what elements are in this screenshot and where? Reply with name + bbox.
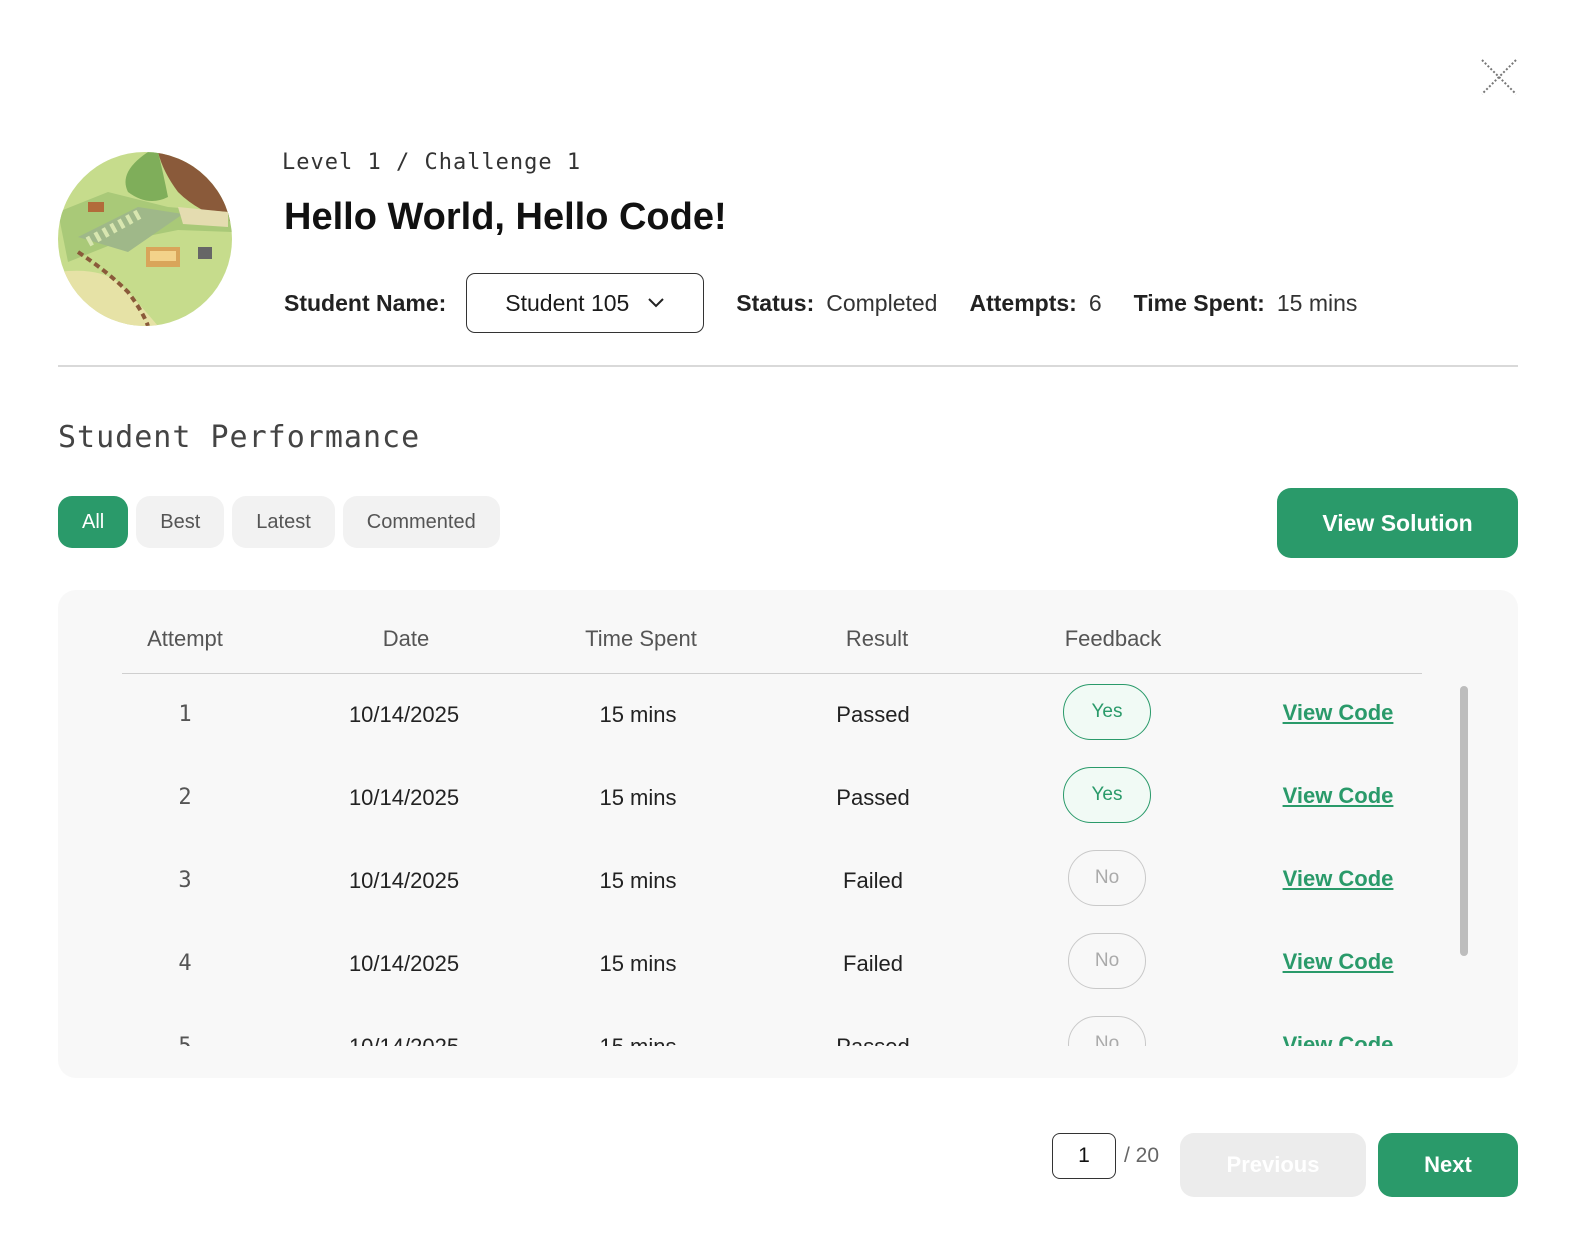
filter-best[interactable]: Best (136, 496, 225, 548)
table-body[interactable]: 1 10/14/2025 15 mins Passed Yes View Cod… (58, 676, 1458, 1046)
previous-button[interactable]: Previous (1180, 1133, 1366, 1197)
attempt-result: Passed (836, 702, 910, 727)
chevron-down-icon (648, 298, 665, 308)
view-code-link[interactable]: View Code (1283, 783, 1394, 809)
view-solution-button[interactable]: View Solution (1277, 488, 1518, 558)
map-illustration-icon (58, 152, 232, 326)
attempt-result: Failed (843, 868, 903, 893)
page-number-input[interactable] (1052, 1133, 1116, 1179)
filter-tabs: All Best Latest Commented (58, 496, 500, 548)
attempt-time: 15 mins (599, 951, 677, 976)
attempt-time: 15 mins (599, 1034, 676, 1046)
attempt-number: 4 (178, 951, 192, 976)
attempt-date: 10/14/2025 (348, 785, 460, 810)
attempt-result: Failed (843, 951, 903, 976)
attempt-time: 15 mins (599, 868, 677, 893)
student-select-value: Student 105 (505, 289, 630, 316)
view-code-link[interactable]: View Code (1283, 700, 1394, 726)
attempt-result: Passed (836, 785, 910, 810)
time-spent-label: Time Spent: (1133, 289, 1265, 316)
table-row: 1 10/14/2025 15 mins Passed Yes View Cod… (58, 676, 1458, 759)
attempt-number: 5 (178, 1034, 191, 1046)
attempt-time: 15 mins (599, 785, 677, 810)
filter-latest[interactable]: Latest (232, 496, 335, 548)
attempt-date: 10/14/2025 (348, 868, 460, 893)
attempt-time: 15 mins (599, 702, 677, 727)
page-title: Hello World, Hello Code! (284, 196, 727, 238)
section-title: Student Performance (58, 420, 421, 455)
next-button[interactable]: Next (1378, 1133, 1518, 1197)
attempts-label: Attempts: (969, 289, 1077, 316)
table-header: Attempt Date Time Spent Result Feedback (122, 612, 1422, 674)
table-row: 5 10/14/2025 15 mins Passed No View Code (58, 1008, 1458, 1046)
header-divider (58, 365, 1518, 367)
attempt-date: 10/14/2025 (348, 702, 460, 727)
student-select[interactable]: Student 105 (466, 273, 705, 333)
table-row: 4 10/14/2025 15 mins Failed No View Code (58, 925, 1458, 1008)
attempts-value: 6 (1088, 289, 1102, 316)
attempts-group: Attempts: 6 (969, 290, 1101, 317)
attempt-number: 1 (178, 702, 192, 727)
time-spent-group: Time Spent: 15 mins (1134, 290, 1358, 317)
attempt-number: 3 (178, 868, 192, 893)
page-total: / 20 (1124, 1144, 1160, 1167)
col-result: Result (845, 626, 909, 651)
col-date: Date (382, 626, 430, 651)
col-attempt: Attempt (147, 626, 223, 651)
table-row: 2 10/14/2025 15 mins Passed Yes View Cod… (58, 759, 1458, 842)
filter-all[interactable]: All (58, 496, 129, 548)
attempts-table: Attempt Date Time Spent Result Feedback … (58, 590, 1518, 1078)
attempt-number: 2 (178, 785, 192, 810)
challenge-thumbnail (58, 152, 232, 326)
student-name-label: Student Name: (284, 289, 447, 316)
filter-commented[interactable]: Commented (342, 496, 500, 548)
student-meta-row: Student Name: Student 105 Status: Comple… (284, 273, 1357, 333)
close-icon[interactable] (1478, 56, 1520, 98)
feedback-badge: Yes (1063, 684, 1151, 740)
view-code-link[interactable]: View Code (1283, 866, 1394, 892)
feedback-badge: No (1068, 850, 1146, 906)
view-code-link[interactable]: View Code (1283, 1032, 1394, 1046)
feedback-badge: Yes (1063, 767, 1151, 823)
table-scrollbar[interactable] (1460, 686, 1468, 956)
time-spent-value: 15 mins (1276, 289, 1358, 316)
attempt-date: 10/14/2025 (348, 951, 460, 976)
feedback-badge: No (1068, 1016, 1146, 1046)
status-label: Status: (736, 289, 815, 316)
feedback-badge: No (1068, 933, 1146, 989)
attempt-result: Passed (836, 1034, 909, 1046)
status-value: Completed (826, 289, 938, 316)
table-row: 3 10/14/2025 15 mins Failed No View Code (58, 842, 1458, 925)
view-code-link[interactable]: View Code (1283, 949, 1394, 975)
col-feedback: Feedback (1064, 626, 1162, 651)
breadcrumb: Level 1 / Challenge 1 (282, 150, 582, 175)
col-time-spent: Time Spent (585, 626, 697, 651)
attempt-date: 10/14/2025 (349, 1034, 459, 1046)
pagination: / 20 (1052, 1133, 1159, 1179)
status-group: Status: Completed (736, 290, 937, 317)
